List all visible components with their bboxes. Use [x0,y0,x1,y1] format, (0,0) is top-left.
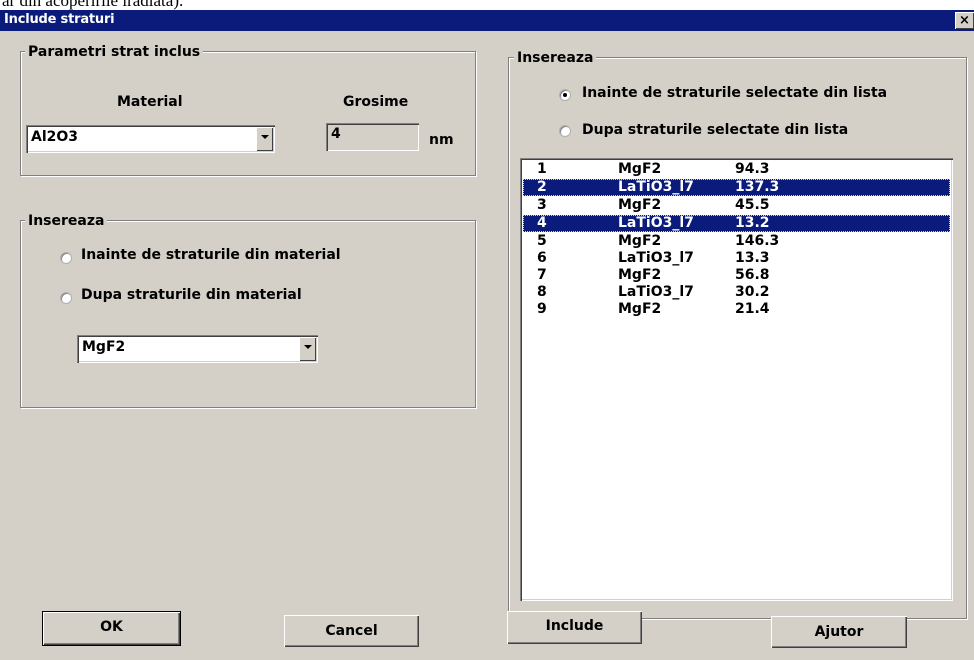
title-bar[interactable]: Include straturi × [0,10,974,31]
cancel-button-label: Cancel [325,623,378,639]
help-button[interactable]: Ajutor [771,616,907,648]
radio-after-selected-label[interactable]: Dupa straturile selectate din lista [582,122,848,138]
layer-index: 5 [537,233,547,249]
include-button-label: Include [545,618,604,634]
layer-index: 7 [537,267,547,283]
layer-material: LaTiO3_l7 [618,179,694,195]
list-item[interactable]: 9 MgF2 21.4 [523,301,950,318]
material-select-value: Al2O3 [31,129,79,145]
insert-material-select[interactable]: MgF2 [77,335,318,363]
radio-after-material[interactable] [60,292,72,304]
layer-index: 2 [537,179,547,195]
layer-material: MgF2 [618,301,662,317]
layer-material: MgF2 [618,267,662,283]
layer-thickness: 56.8 [735,267,770,283]
list-item[interactable]: 7 MgF2 56.8 [523,267,950,284]
list-item[interactable]: 5 MgF2 146.3 [523,233,950,250]
list-item[interactable]: 2 LaTiO3_l7 137.3 [523,179,950,196]
document-text: ar din acoperirile iradiata). [2,0,184,10]
layer-thickness: 13.2 [735,215,770,231]
layer-thickness: 94.3 [735,161,770,177]
layers-listbox[interactable]: 1 MgF2 94.3 2 LaTiO3_l7 137.3 3 MgF2 45.5 4 LaT… [520,158,953,601]
layer-index: 9 [537,301,547,317]
layer-material: LaTiO3_l7 [618,250,694,266]
radio-before-selected[interactable] [559,89,571,101]
list-item[interactable]: 8 LaTiO3_l7 30.2 [523,284,950,301]
ok-button[interactable]: OK [43,612,180,645]
layer-params-group [20,51,476,176]
layer-index: 8 [537,284,547,300]
material-label: Material [117,94,183,110]
include-layers-dialog: Include straturi × Parametri strat inclu… [0,10,974,660]
include-button[interactable]: Include [507,611,642,644]
help-button-label: Ajutor [814,624,864,640]
layer-material: LaTiO3_l7 [618,215,694,231]
layer-thickness: 45.5 [735,197,770,213]
list-item[interactable]: 3 MgF2 45.5 [523,197,950,214]
close-button[interactable]: × [955,12,974,29]
layer-material: MgF2 [618,197,662,213]
thickness-value: 4 [331,126,341,142]
list-item[interactable]: 1 MgF2 94.3 [523,161,950,178]
layer-thickness: 30.2 [735,284,770,300]
chevron-down-icon[interactable] [256,127,273,151]
layer-index: 4 [537,215,547,231]
material-select[interactable]: Al2O3 [26,125,275,153]
ok-button-label: OK [100,619,123,635]
layer-params-legend: Parametri strat inclus [25,44,204,60]
insert-by-material-legend: Insereaza [25,213,108,229]
radio-before-material-label[interactable]: Inainte de straturile din material [81,247,341,263]
layer-thickness: 146.3 [735,233,780,249]
thickness-field[interactable]: 4 [326,123,419,151]
layer-index: 6 [537,250,547,266]
chevron-down-icon[interactable] [299,337,316,361]
radio-before-material[interactable] [60,252,72,264]
layer-index: 3 [537,197,547,213]
layer-index: 1 [537,161,547,177]
thickness-unit: nm [429,132,454,148]
layer-thickness: 13.3 [735,250,770,266]
layer-thickness: 137.3 [735,179,780,195]
insert-material-value: MgF2 [82,339,126,355]
layer-thickness: 21.4 [735,301,770,317]
cancel-button[interactable]: Cancel [284,615,419,647]
layer-material: LaTiO3_l7 [618,284,694,300]
insert-by-list-legend: Insereaza [514,50,597,66]
layer-material: MgF2 [618,233,662,249]
radio-after-selected[interactable] [559,125,571,137]
list-item[interactable]: 4 LaTiO3_l7 13.2 [523,215,950,232]
document-text-strip: ar din acoperirile iradiata). [0,0,974,10]
window-title: Include straturi [4,12,115,27]
list-item[interactable]: 6 LaTiO3_l7 13.3 [523,250,950,267]
radio-before-selected-label[interactable]: Inainte de straturile selectate din list… [582,85,887,101]
thickness-label: Grosime [343,94,409,110]
layer-material: MgF2 [618,161,662,177]
radio-after-material-label[interactable]: Dupa straturile din material [81,287,302,303]
